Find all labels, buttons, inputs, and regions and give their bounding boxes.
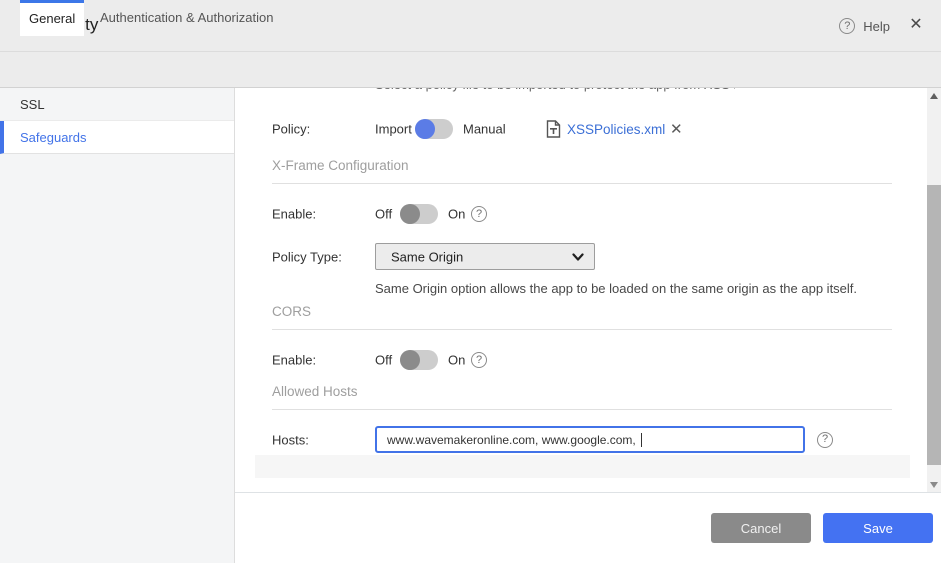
tab-general[interactable]: General (20, 0, 85, 36)
scroll-down-arrow-icon[interactable] (930, 482, 938, 488)
policy-type-select[interactable]: Same Origin (375, 243, 595, 270)
section-divider (272, 409, 892, 410)
policy-file-link[interactable]: XSSPolicies.xml (567, 122, 665, 137)
close-icon[interactable] (907, 16, 925, 34)
tab-bar-divider (0, 87, 941, 88)
sidebar: SSL Safeguards (0, 88, 235, 563)
xframe-enable-row: Enable: Off On (255, 200, 910, 228)
vertical-scrollbar[interactable] (927, 88, 941, 493)
hosts-label: Hosts: (272, 432, 309, 447)
cors-enable-toggle[interactable] (400, 350, 438, 370)
remove-file-icon[interactable] (670, 120, 683, 138)
toggle-knob (400, 350, 420, 370)
clipped-helper-text: Select a policy file to be imported to p… (375, 88, 735, 92)
panel-bottom-strip (255, 455, 910, 478)
section-divider (272, 183, 892, 184)
help-button[interactable]: Help (839, 17, 890, 35)
scrollbar-thumb[interactable] (927, 185, 941, 465)
policy-file: XSSPolicies.xml (546, 120, 665, 138)
policy-label: Policy: (272, 121, 311, 137)
toggle-knob (400, 204, 420, 224)
section-title-xframe: X-Frame Configuration (272, 158, 409, 173)
xframe-help-icon[interactable] (471, 206, 487, 222)
xframe-on-label: On (448, 206, 466, 222)
policy-type-label: Policy Type: (272, 249, 342, 264)
settings-panel: Select a policy file to be imported to p… (255, 88, 910, 478)
help-icon (839, 18, 856, 34)
cors-enable-row: Enable: Off On (255, 346, 910, 374)
cors-off-label: Off (375, 352, 393, 368)
tab-bar (0, 52, 941, 87)
cors-help-icon[interactable] (471, 352, 487, 368)
security-dialog: Security Help General Authentication & A… (0, 0, 941, 563)
policy-type-helper-text: Same Origin option allows the app to be … (375, 281, 858, 296)
save-button[interactable]: Save (823, 513, 933, 543)
hosts-input[interactable]: www.wavemakeronline.com, www.google.com, (375, 426, 805, 453)
cors-enable-label: Enable: (272, 352, 317, 368)
section-divider (272, 329, 892, 330)
section-title-allowed-hosts: Allowed Hosts (272, 384, 358, 399)
sidebar-item-safeguards[interactable]: Safeguards (0, 121, 234, 154)
xframe-enable-toggle[interactable] (400, 204, 438, 224)
cors-on-label: On (448, 352, 466, 368)
policy-type-row: Policy Type: Same Origin (255, 243, 910, 270)
section-title-cors: CORS (272, 304, 312, 319)
sidebar-item-ssl[interactable]: SSL (0, 88, 234, 121)
help-label: Help (863, 18, 890, 34)
policy-toggle[interactable] (415, 119, 453, 139)
footer-divider (235, 492, 941, 493)
tab-authentication-authorization[interactable]: Authentication & Authorization (86, 0, 287, 35)
hosts-row: Hosts: www.wavemakeronline.com, www.goog… (255, 426, 910, 453)
xframe-enable-label: Enable: (272, 206, 317, 222)
chevron-down-icon (572, 253, 584, 261)
scroll-up-arrow-icon[interactable] (930, 93, 938, 99)
policy-import-label: Import (375, 121, 412, 137)
policy-manual-label: Manual (463, 121, 506, 137)
toggle-knob (415, 119, 435, 139)
policy-row: Policy: Import Manual XSSPolicies.xml (255, 115, 910, 143)
cancel-button[interactable]: Cancel (711, 513, 811, 543)
text-caret (641, 432, 643, 447)
hosts-input-value: www.wavemakeronline.com, www.google.com, (387, 432, 640, 447)
hosts-help-icon[interactable] (817, 431, 833, 448)
xframe-off-label: Off (375, 206, 393, 222)
policy-type-value: Same Origin (391, 249, 464, 264)
xml-file-icon (546, 120, 561, 138)
